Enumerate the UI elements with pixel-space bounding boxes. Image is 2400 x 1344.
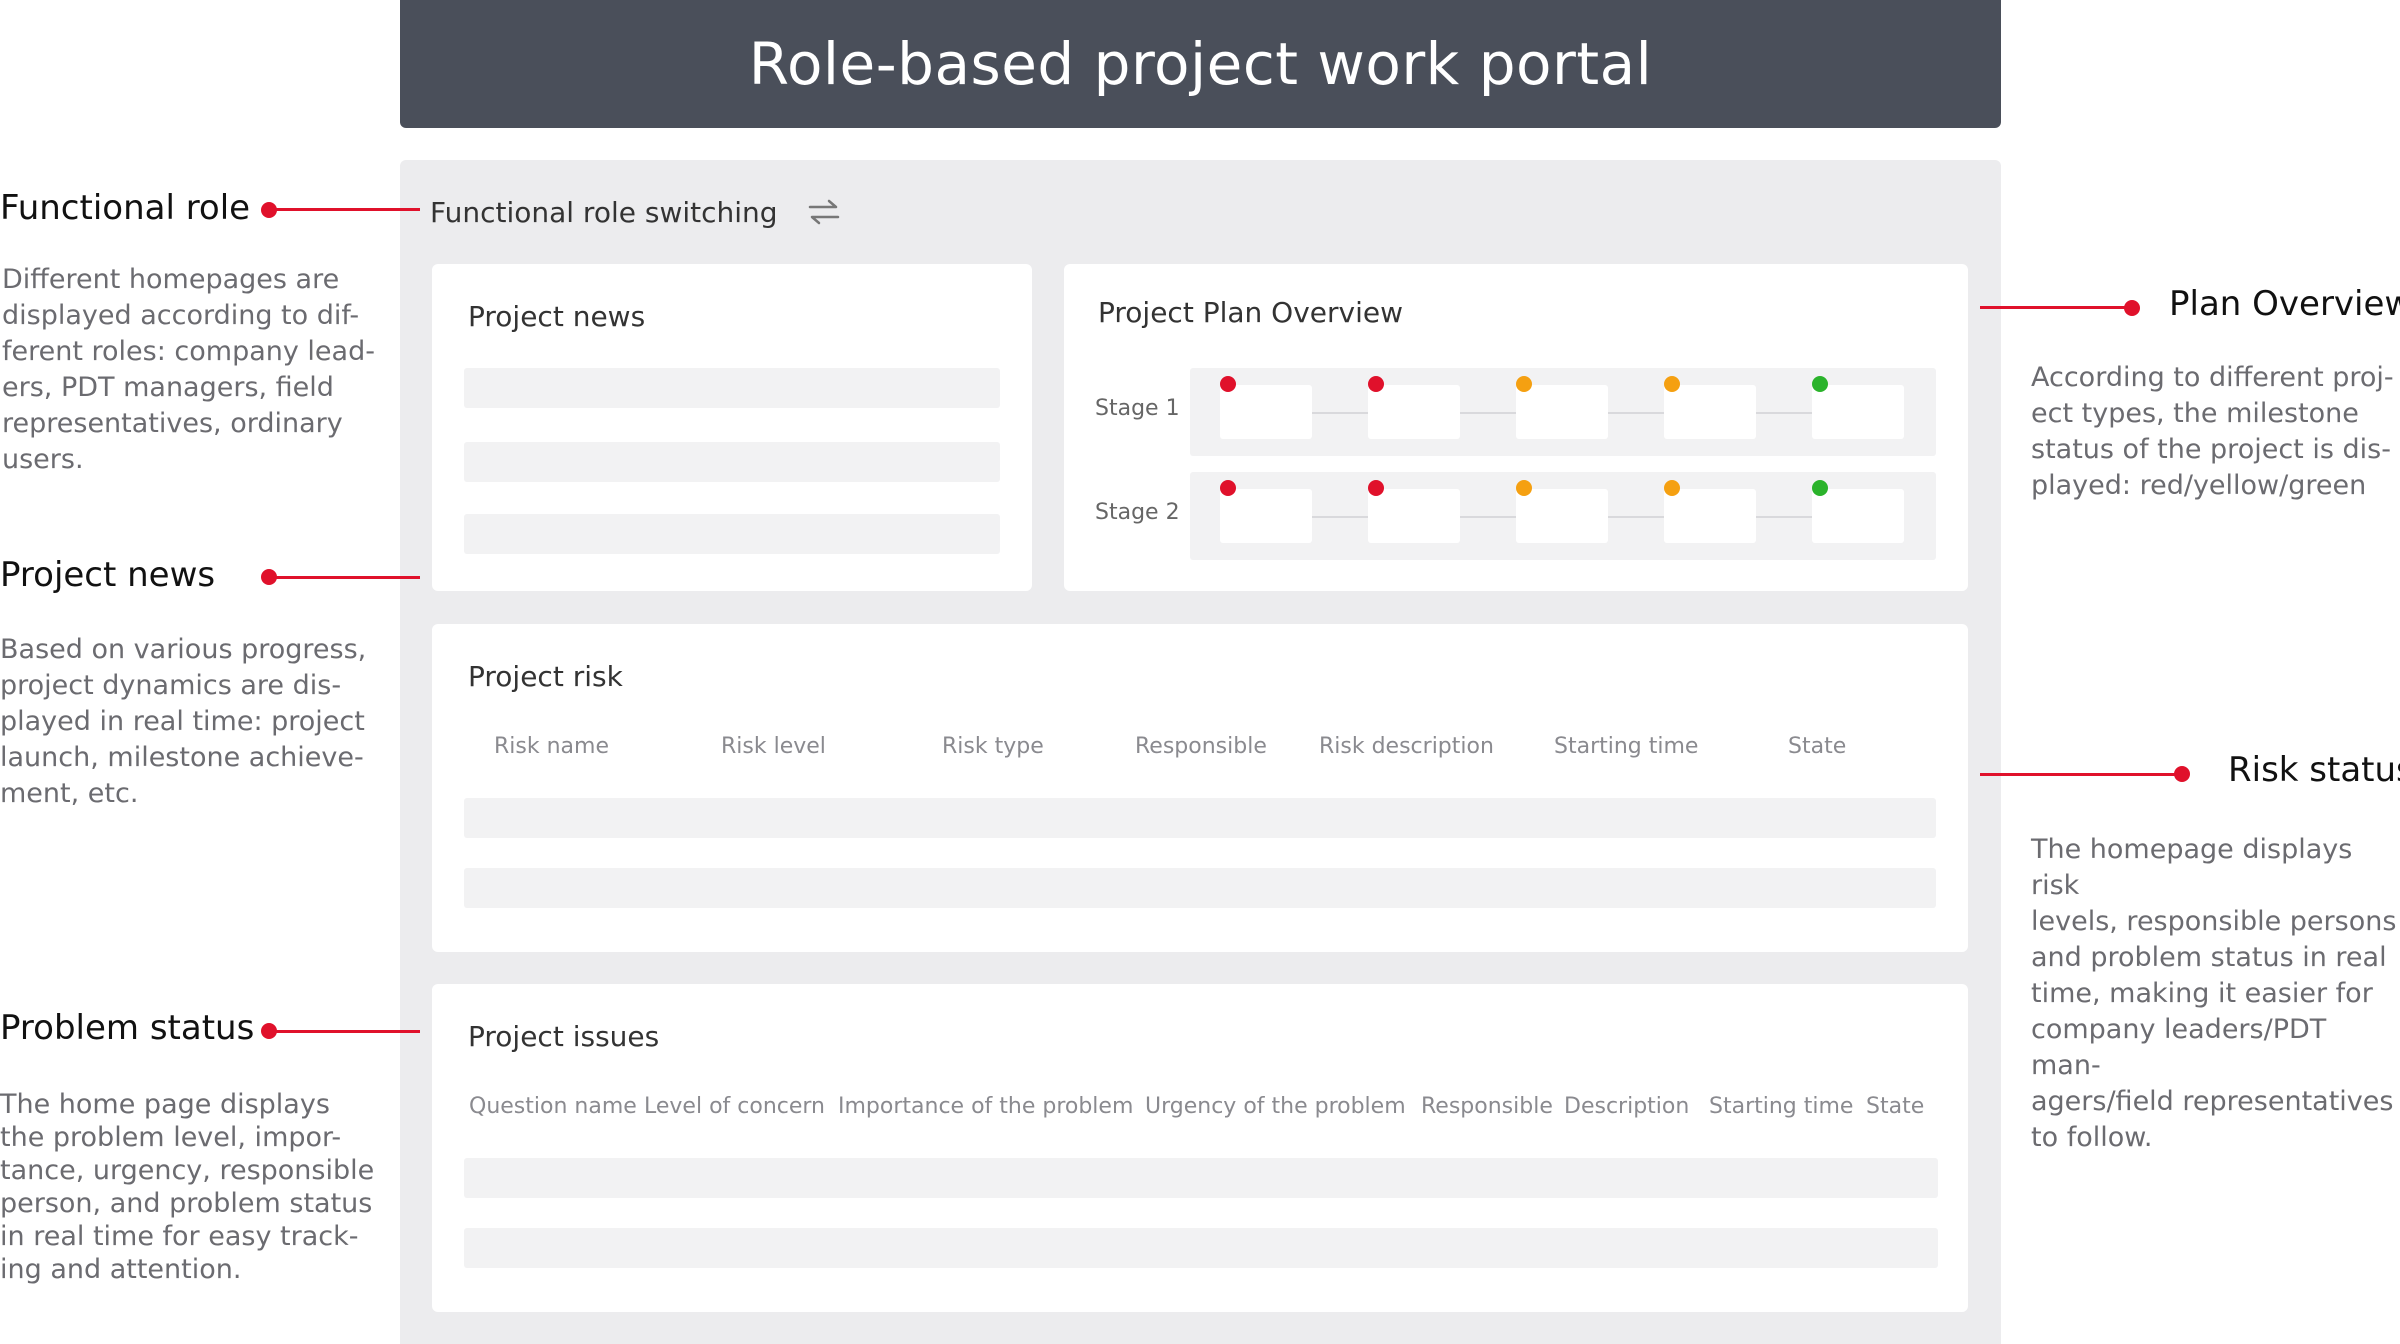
annotation-risk-status-dot bbox=[2174, 766, 2190, 782]
milestone-box[interactable] bbox=[1368, 489, 1460, 543]
milestone-status-dot-yellow bbox=[1664, 376, 1680, 392]
milestone-box[interactable] bbox=[1664, 385, 1756, 439]
milestone-status-dot-yellow bbox=[1516, 376, 1532, 392]
milestone-box[interactable] bbox=[1664, 489, 1756, 543]
milestone-connector bbox=[1460, 516, 1516, 518]
annotation-plan-overview-line bbox=[1980, 306, 2128, 309]
news-placeholder-row[interactable] bbox=[464, 442, 1000, 482]
milestone-status-dot-yellow bbox=[1516, 480, 1532, 496]
milestone-connector bbox=[1460, 412, 1516, 414]
page-title: Role-based project work portal bbox=[748, 30, 1653, 98]
milestone-box[interactable] bbox=[1220, 489, 1312, 543]
annotation-project-news-text: Based on various progress, project dynam… bbox=[0, 634, 367, 809]
milestone-status-dot-red bbox=[1220, 480, 1236, 496]
milestone-box[interactable] bbox=[1812, 385, 1904, 439]
milestone-connector bbox=[1756, 412, 1812, 414]
stage-label: Stage 1 bbox=[1095, 396, 1180, 421]
annotation-problem-status-line bbox=[268, 1030, 420, 1033]
issue-col-importance: Importance of the problem bbox=[838, 1094, 1134, 1119]
risk-col-state: State bbox=[1788, 734, 1847, 759]
milestone-box[interactable] bbox=[1516, 489, 1608, 543]
issue-placeholder-row[interactable] bbox=[464, 1228, 1938, 1268]
project-risk-card: Project risk Risk name Risk level Risk t… bbox=[432, 624, 1968, 952]
milestone-connector bbox=[1312, 516, 1368, 518]
issue-col-state: State bbox=[1866, 1094, 1925, 1119]
annotation-functional-role-line bbox=[268, 208, 420, 211]
portal-title-bar: Role-based project work portal bbox=[400, 0, 2001, 128]
issue-col-responsible: Responsible bbox=[1421, 1094, 1553, 1119]
risk-col-level: Risk level bbox=[721, 734, 826, 759]
news-placeholder-row[interactable] bbox=[464, 514, 1000, 554]
milestone-status-dot-green bbox=[1812, 376, 1828, 392]
milestone-connector bbox=[1312, 412, 1368, 414]
project-news-title: Project news bbox=[468, 300, 646, 333]
issue-col-description: Description bbox=[1564, 1094, 1690, 1119]
milestone-status-dot-red bbox=[1368, 480, 1384, 496]
annotation-risk-status-title: Risk status bbox=[2228, 750, 2400, 790]
milestone-connector bbox=[1756, 516, 1812, 518]
issue-col-concern: Level of concern bbox=[644, 1094, 825, 1119]
annotation-plan-overview-title: Plan Overview bbox=[2169, 284, 2400, 324]
risk-placeholder-row[interactable] bbox=[464, 868, 1936, 908]
stage-track bbox=[1190, 472, 1936, 560]
milestone-connector bbox=[1608, 412, 1664, 414]
issue-col-start: Starting time bbox=[1709, 1094, 1854, 1119]
milestone-status-dot-green bbox=[1812, 480, 1828, 496]
milestone-box[interactable] bbox=[1220, 385, 1312, 439]
annotation-risk-status-text: The homepage displays risk levels, respo… bbox=[2031, 834, 2397, 1153]
annotation-project-news-line bbox=[268, 576, 420, 579]
stage-label: Stage 2 bbox=[1095, 500, 1180, 525]
plan-overview-title: Project Plan Overview bbox=[1098, 296, 1403, 329]
milestone-box[interactable] bbox=[1516, 385, 1608, 439]
annotation-functional-role-text: Different homepages are displayed accord… bbox=[2, 264, 375, 475]
annotation-problem-status-title: Problem status bbox=[0, 1008, 255, 1048]
annotation-plan-overview-text: According to different proj- ect types, … bbox=[2031, 362, 2394, 501]
milestone-box[interactable] bbox=[1812, 489, 1904, 543]
annotation-plan-overview-dot bbox=[2124, 300, 2140, 316]
project-news-card: Project news bbox=[432, 264, 1032, 591]
project-risk-title: Project risk bbox=[468, 660, 623, 693]
plan-overview-card: Project Plan Overview Stage 1 Stage 2 bbox=[1064, 264, 1968, 591]
role-switch-label: Functional role switching bbox=[430, 195, 778, 229]
risk-col-type: Risk type bbox=[942, 734, 1044, 759]
annotation-problem-status-text: The home page displays the problem level… bbox=[0, 1089, 375, 1285]
role-switch-control[interactable]: Functional role switching bbox=[430, 192, 842, 232]
milestone-status-dot-red bbox=[1368, 376, 1384, 392]
news-placeholder-row[interactable] bbox=[464, 368, 1000, 408]
risk-col-start: Starting time bbox=[1554, 734, 1699, 759]
project-issues-title: Project issues bbox=[468, 1020, 660, 1053]
annotation-project-news-title: Project news bbox=[0, 555, 216, 595]
milestone-box[interactable] bbox=[1368, 385, 1460, 439]
issue-col-question: Question name bbox=[469, 1094, 637, 1119]
milestone-connector bbox=[1608, 516, 1664, 518]
project-issues-card: Project issues Question name Level of co… bbox=[432, 984, 1968, 1312]
stage-track bbox=[1190, 368, 1936, 456]
risk-col-name: Risk name bbox=[494, 734, 609, 759]
risk-placeholder-row[interactable] bbox=[464, 798, 1936, 838]
issue-placeholder-row[interactable] bbox=[464, 1158, 1938, 1198]
risk-col-description: Risk description bbox=[1319, 734, 1494, 759]
annotation-risk-status-line bbox=[1980, 773, 2188, 776]
annotation-functional-role-title: Functional role bbox=[0, 188, 251, 228]
milestone-status-dot-yellow bbox=[1664, 480, 1680, 496]
swap-arrows-icon[interactable] bbox=[806, 197, 842, 227]
issue-col-urgency: Urgency of the problem bbox=[1145, 1094, 1406, 1119]
milestone-status-dot-red bbox=[1220, 376, 1236, 392]
risk-col-responsible: Responsible bbox=[1135, 734, 1267, 759]
